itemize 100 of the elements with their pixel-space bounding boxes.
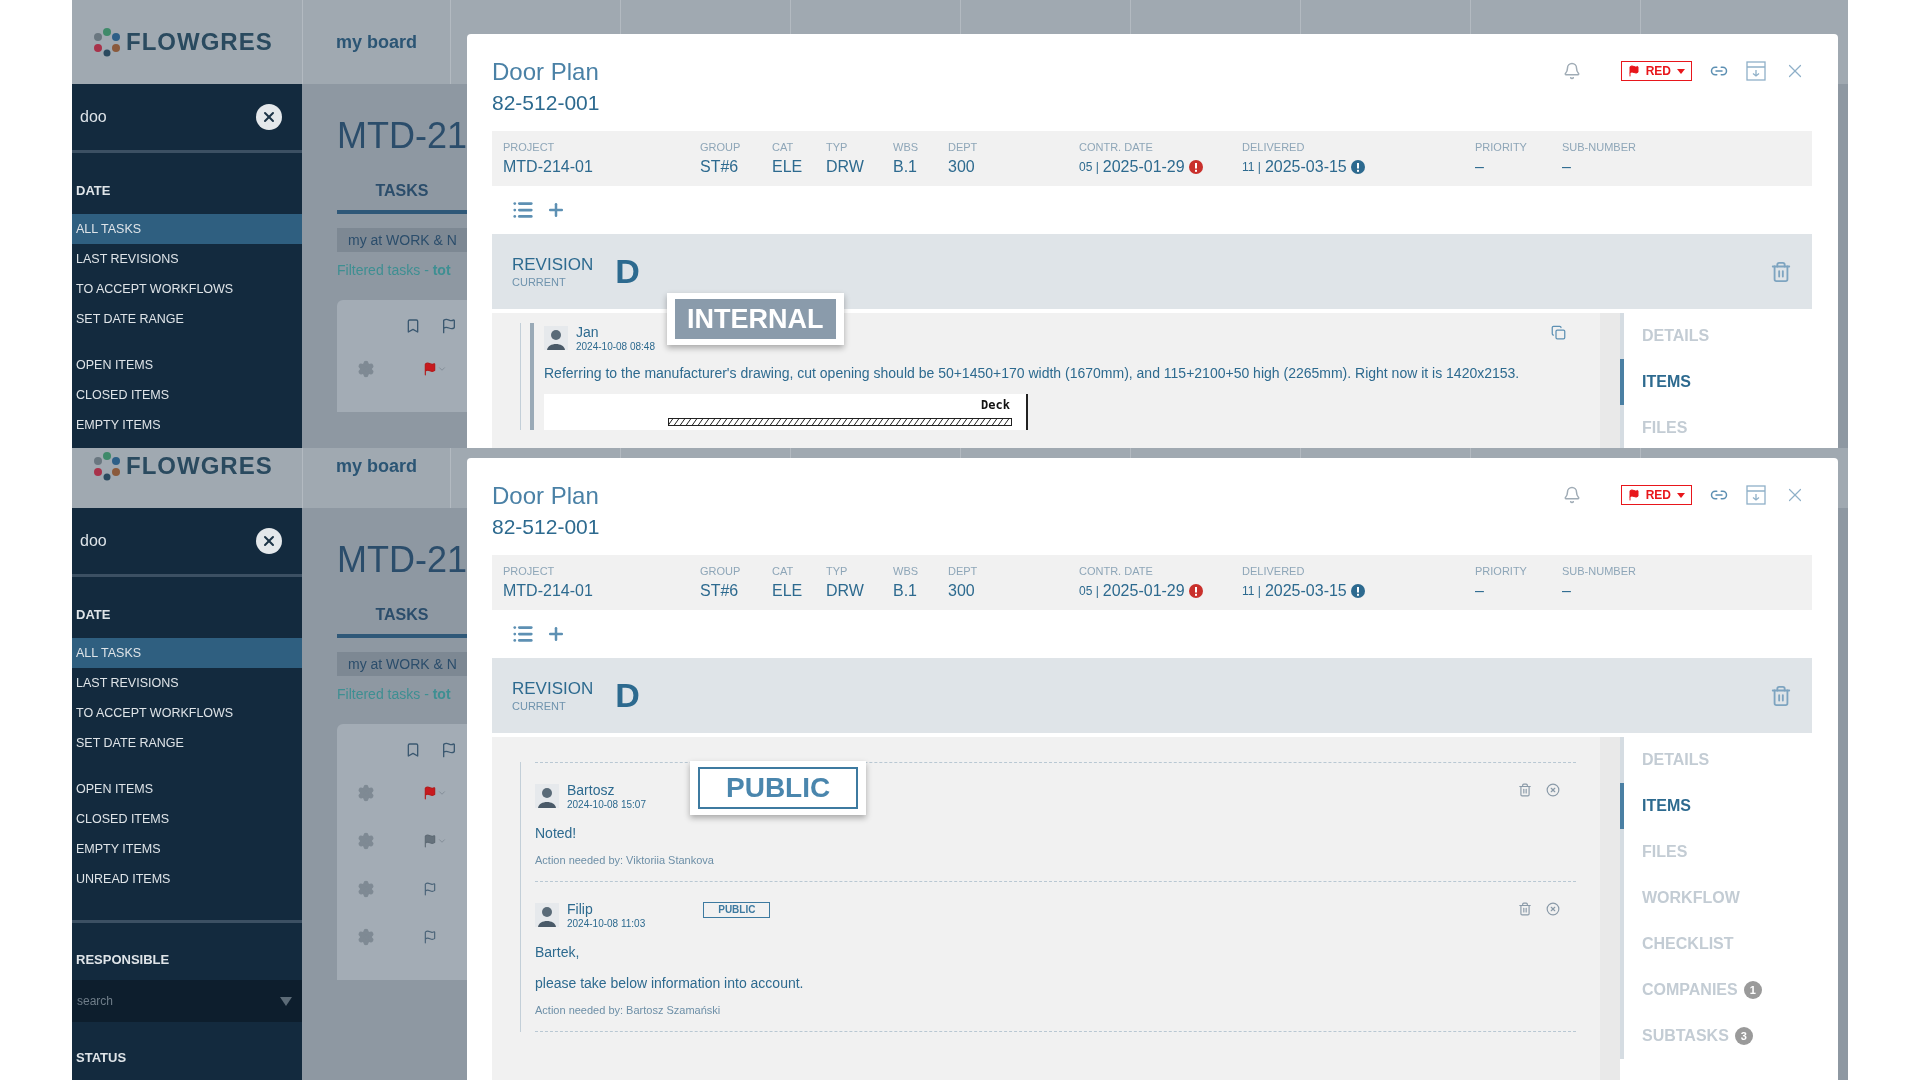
- flag-icon[interactable]: [423, 930, 437, 944]
- field-value: –: [1562, 581, 1571, 601]
- responsible-dropdown[interactable]: search: [72, 980, 302, 1022]
- list-icon[interactable]: [512, 199, 534, 221]
- field-label: WBS: [893, 564, 920, 578]
- field-label: CONTR. DATE: [1079, 140, 1154, 154]
- action-needed: Action needed by: Viktoriia Stankova: [535, 854, 715, 867]
- bell-icon[interactable]: [1562, 486, 1581, 504]
- gear-icon[interactable]: [357, 784, 375, 802]
- document-number: 82-512-001: [492, 90, 600, 116]
- sidebar-item[interactable]: ALL TASKS: [72, 214, 302, 244]
- flag-sort-icon[interactable]: [441, 742, 457, 758]
- add-icon[interactable]: [546, 624, 566, 644]
- bookmark-sort-icon[interactable]: [405, 318, 421, 334]
- flag-sort-icon[interactable]: [441, 318, 457, 334]
- sidebar-item[interactable]: OPEN ITEMS: [72, 774, 302, 804]
- sidebar-item[interactable]: SET DATE RANGE: [72, 728, 302, 758]
- board-title: MTD-21: [337, 114, 467, 158]
- sidebar-item[interactable]: LAST REVISIONS: [72, 668, 302, 698]
- caret-icon: [1677, 492, 1685, 498]
- field-value: MTD-214-01: [503, 157, 593, 177]
- copy-icon[interactable]: [1551, 325, 1566, 340]
- sidebar-item[interactable]: UNREAD ITEMS: [72, 864, 302, 894]
- close-icon[interactable]: [261, 109, 277, 125]
- drawing-label: Deck: [981, 398, 1010, 412]
- revision-status: CURRENT: [512, 698, 567, 713]
- sidebar-item[interactable]: LAST REVISIONS: [72, 244, 302, 274]
- avatar-icon: [535, 903, 559, 927]
- download-icon[interactable]: [1746, 485, 1766, 505]
- caret-icon[interactable]: [437, 364, 447, 374]
- field-label: DEPT: [948, 564, 979, 578]
- trash-icon[interactable]: [1770, 260, 1792, 283]
- list-icon[interactable]: [512, 623, 534, 645]
- caret-icon: [1677, 68, 1685, 74]
- gear-icon[interactable]: [357, 928, 375, 946]
- side-tab[interactable]: SUBTASKS 3: [1620, 1013, 1812, 1059]
- field-value: 300: [948, 157, 975, 177]
- field-value: –: [1475, 157, 1484, 177]
- comment-text: please take below information into account.: [535, 975, 805, 992]
- field-label: PROJECT: [503, 564, 556, 578]
- sidebar-item[interactable]: TO ACCEPT WORKFLOWS: [72, 698, 302, 728]
- gear-icon[interactable]: [357, 360, 375, 378]
- trash-icon[interactable]: [1518, 902, 1532, 916]
- close-icon[interactable]: [261, 533, 277, 549]
- field-label: GROUP: [700, 140, 742, 154]
- comment-time: 2024-10-08 11:03: [567, 917, 646, 930]
- filter-note: Filtered tasks - tot: [337, 262, 451, 278]
- flag-icon[interactable]: [423, 786, 437, 800]
- field-label: GROUP: [700, 564, 742, 578]
- field-label: TYP: [826, 140, 849, 154]
- field-label: CAT: [772, 564, 795, 578]
- download-icon[interactable]: [1746, 61, 1766, 81]
- sidebar-item[interactable]: ALL TASKS: [72, 638, 302, 668]
- field-value: 300: [948, 581, 975, 601]
- field-label: TYP: [826, 564, 849, 578]
- sidebar-item[interactable]: TO ACCEPT WORKFLOWS: [72, 274, 302, 304]
- sidebar-item[interactable]: CLOSED ITEMS: [72, 380, 302, 410]
- sidebar-item[interactable]: CLOSED ITEMS: [72, 804, 302, 834]
- bookmark-sort-icon[interactable]: [405, 742, 421, 758]
- sidebar-item[interactable]: OPEN ITEMS: [72, 350, 302, 380]
- flag-icon: [1627, 489, 1640, 501]
- side-tab[interactable]: COMPANIES 1: [1620, 967, 1812, 1013]
- field-label: SUB-NUMBER: [1562, 140, 1637, 154]
- flag-icon[interactable]: [423, 362, 437, 376]
- field-prefix: 05 |: [1079, 159, 1099, 176]
- gear-icon[interactable]: [357, 880, 375, 898]
- board-title: MTD-21: [337, 538, 467, 582]
- caret-icon[interactable]: [437, 836, 447, 846]
- trash-icon[interactable]: [1518, 783, 1532, 797]
- flag-icon[interactable]: [423, 834, 437, 848]
- caret-icon[interactable]: [280, 997, 292, 1006]
- bell-icon[interactable]: [1562, 62, 1581, 80]
- clear-button[interactable]: [256, 104, 282, 130]
- comment-time: 2024-10-08 15:07: [567, 797, 646, 811]
- caret-icon[interactable]: [437, 788, 447, 798]
- dismiss-icon[interactable]: [1546, 902, 1560, 916]
- sidebar-item[interactable]: SET DATE RANGE: [72, 304, 302, 334]
- search-field[interactable]: doo: [80, 108, 200, 126]
- flag-icon[interactable]: [423, 882, 437, 896]
- flag-dropdown[interactable]: RED: [1620, 485, 1692, 505]
- author-name: Jan: [576, 323, 600, 340]
- flag-dropdown[interactable]: RED: [1620, 61, 1692, 81]
- section-title: DATE: [75, 606, 112, 624]
- side-tab[interactable]: ITEMS: [1620, 359, 1812, 405]
- sidebar-item[interactable]: EMPTY ITEMS: [72, 410, 302, 440]
- sidebar-item[interactable]: EMPTY ITEMS: [72, 834, 302, 864]
- gear-icon[interactable]: [357, 832, 375, 850]
- field-label: WBS: [893, 140, 920, 154]
- field-value: B.1: [893, 581, 917, 601]
- add-icon[interactable]: [546, 200, 566, 220]
- trash-icon[interactable]: [1770, 684, 1792, 707]
- search-field[interactable]: doo: [80, 532, 200, 550]
- clear-button[interactable]: [256, 528, 282, 554]
- dismiss-icon[interactable]: [1546, 783, 1560, 797]
- field-label: DEPT: [948, 140, 979, 154]
- board-tab[interactable]: my board: [303, 0, 451, 84]
- board-tab[interactable]: my board: [303, 448, 451, 508]
- side-tab[interactable]: ITEMS: [1620, 783, 1812, 829]
- field-value: 2025-01-29: [1102, 157, 1185, 177]
- revision-letter: D: [615, 252, 641, 291]
